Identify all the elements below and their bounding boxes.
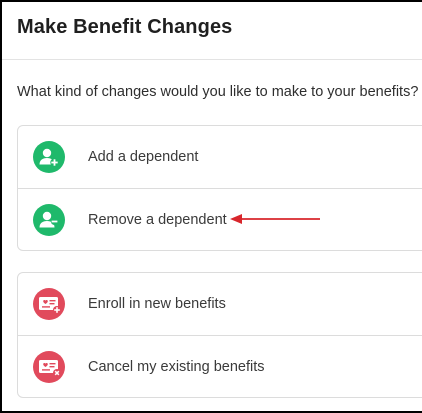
add-user-icon	[33, 141, 65, 173]
remove-user-icon	[33, 203, 65, 236]
red-arrow-icon	[230, 214, 320, 224]
option-label: Enroll in new benefits	[88, 296, 226, 312]
page-title: Make Benefit Changes	[17, 16, 233, 38]
panel-header: Make Benefit Changes	[2, 2, 422, 60]
option-label: Cancel my existing benefits	[88, 358, 265, 375]
benefits-card-add-icon	[33, 288, 65, 320]
option-cancel-benefits[interactable]: Cancel my existing benefits	[18, 335, 422, 397]
option-remove-dependent[interactable]: Remove a dependent	[18, 188, 422, 250]
benefit-options-card: Enroll in new benefits Cancel my existin…	[17, 272, 422, 398]
option-label: Remove a dependent	[88, 211, 227, 228]
option-enroll-benefits[interactable]: Enroll in new benefits	[18, 273, 422, 335]
benefit-changes-panel: Make Benefit Changes What kind of change…	[0, 0, 422, 413]
benefits-card-cancel-icon	[33, 350, 65, 383]
option-label: Add a dependent	[88, 149, 199, 165]
option-add-dependent[interactable]: Add a dependent	[18, 126, 422, 188]
dependent-options-card: Add a dependent Remove a dependent	[17, 125, 422, 251]
changes-question: What kind of changes would you like to m…	[17, 84, 419, 100]
